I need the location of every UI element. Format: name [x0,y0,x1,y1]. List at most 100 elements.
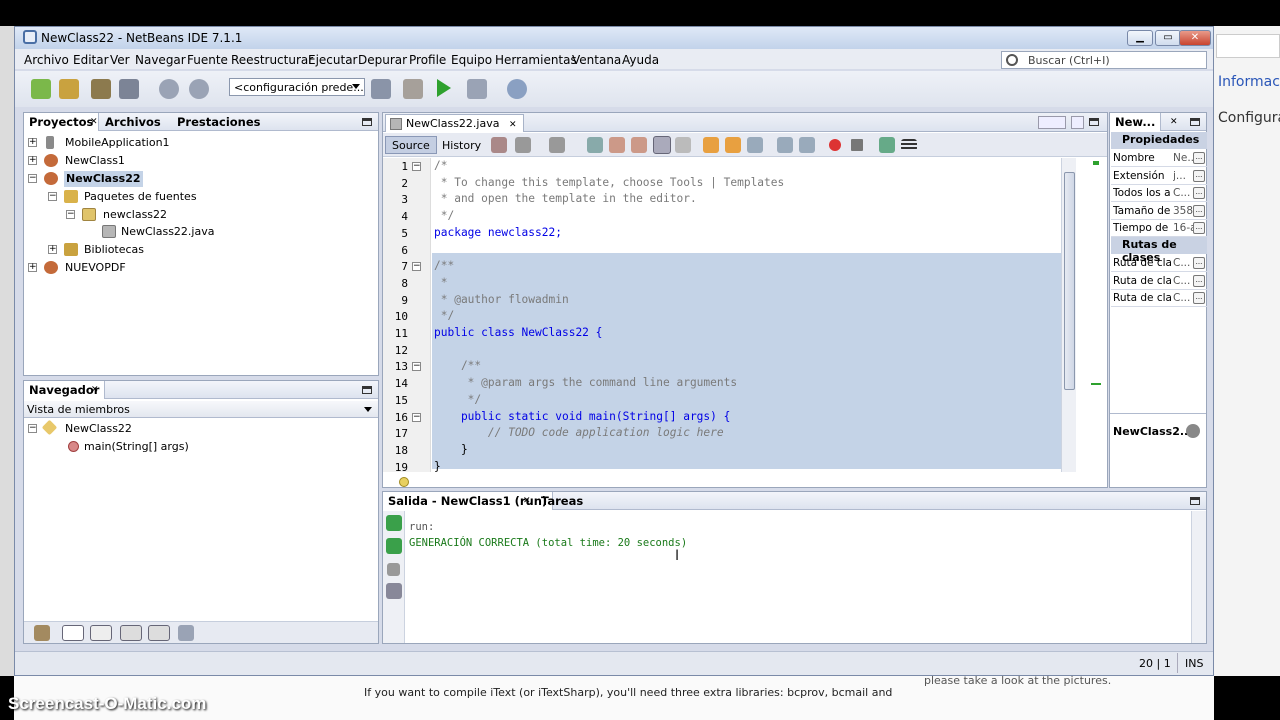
menu-ver[interactable]: Ver [110,53,130,67]
shift-left-icon[interactable] [777,137,793,153]
tab-prestaciones[interactable]: Prestaciones [172,113,266,131]
ellipsis-button[interactable]: ... [1193,204,1205,217]
code-line[interactable]: * To change this template, choose Tools … [434,175,785,192]
member-view-select[interactable]: Vista de miembros [24,401,378,418]
code-line[interactable]: * @param args the command line arguments [434,375,737,392]
expand-icon[interactable]: + [28,156,37,165]
find-icon[interactable] [587,137,603,153]
editor-scrollbar[interactable] [1061,158,1076,472]
history-button[interactable]: History [435,136,488,154]
classpath-section[interactable]: Rutas de clases [1111,237,1207,264]
rerun-different-icon[interactable] [386,538,402,554]
filter-icon[interactable] [34,625,50,641]
collapse-icon[interactable]: − [28,174,37,183]
fold-toggle-icon[interactable]: − [412,162,421,171]
uncomment-icon[interactable] [901,139,917,151]
tab-archivos[interactable]: Archivos [100,113,166,131]
toggle-rect-selection-icon[interactable] [675,137,691,153]
properties-section[interactable]: Propiedades [1111,132,1207,149]
profile-icon[interactable] [507,79,527,99]
code-line[interactable]: // TODO code application logic here [434,425,724,442]
new-file-icon[interactable] [31,79,51,99]
property-row[interactable]: Tiempo de M16-a...... [1111,220,1207,238]
configuration-select[interactable]: <configuración prede... [229,78,365,96]
tab-list-icon[interactable] [1071,116,1084,129]
background-link[interactable]: Informació [1218,74,1280,90]
lightbulb-hint-icon[interactable] [399,477,409,488]
ellipsis-button[interactable]: ... [1193,152,1205,164]
code-line[interactable]: } [434,459,441,472]
close-icon[interactable]: ✕ [91,385,99,395]
minimize-panel-icon[interactable] [1190,497,1200,505]
maximize-button[interactable]: ▭ [1155,30,1181,46]
expand-icon[interactable]: + [28,138,37,147]
expand-icon[interactable]: + [48,245,57,254]
code-line[interactable]: public static void main(String[] args) { [434,409,730,426]
menu-depurar[interactable]: Depurar [358,53,407,67]
ellipsis-button[interactable]: ... [1193,222,1205,235]
clean-build-icon[interactable] [403,79,423,99]
scroll-tabs-icon[interactable] [1038,116,1066,129]
close-icon[interactable]: ✕ [509,120,517,130]
code-line[interactable]: /** [434,258,454,275]
shift-right-icon[interactable] [799,137,815,153]
property-row[interactable]: Extensión j...... [1111,168,1207,185]
start-macro-icon[interactable] [829,139,841,151]
menu-herramientas[interactable]: Herramientas [495,53,577,67]
property-row[interactable]: Ruta de clas C...... [1111,290,1207,308]
ellipsis-button[interactable]: ... [1193,257,1205,269]
redo-icon[interactable] [189,79,209,99]
run-icon[interactable] [437,79,451,97]
close-icon[interactable]: ✕ [90,117,98,127]
menu-equipo[interactable]: Equipo [451,53,492,67]
open-project-icon[interactable] [91,79,111,99]
settings-icon[interactable] [386,583,402,599]
maximize-editor-icon[interactable] [1089,118,1099,126]
close-button[interactable]: ✕ [1179,30,1211,46]
save-all-icon[interactable] [119,79,139,99]
stop-icon[interactable] [387,563,400,576]
code-area[interactable]: /* * To change this template, choose Too… [432,158,1076,472]
back-icon[interactable] [515,137,531,153]
collapse-icon[interactable]: − [66,210,75,219]
tab-proyectos[interactable]: Proyectos [24,113,100,131]
code-line[interactable]: * @author flowadmin [434,292,569,309]
build-hammer-icon[interactable] [371,79,391,99]
tab-newclass22-java[interactable]: NewClass22.java ✕ [385,114,524,132]
menu-editar[interactable]: Editar [73,53,109,67]
ellipsis-button[interactable]: ... [1193,187,1205,200]
menu-reestructurar[interactable]: Reestructurar [231,53,313,67]
ellipsis-button[interactable]: ... [1193,292,1205,305]
comment-icon[interactable] [879,137,895,153]
expand-icon[interactable]: + [28,263,37,272]
search-input[interactable]: Buscar (Ctrl+I) [1001,51,1207,69]
menu-ayuda[interactable]: Ayuda [622,53,659,67]
forward-icon[interactable] [549,137,565,153]
rerun-icon[interactable] [386,515,402,531]
minimize-panel-icon[interactable] [362,386,372,394]
code-line[interactable]: /** [434,358,481,375]
code-line[interactable]: */ [434,392,481,409]
find-previous-icon[interactable] [609,137,625,153]
toggle-highlight-icon[interactable] [653,136,671,154]
ellipsis-button[interactable]: ... [1193,274,1205,287]
next-bookmark-icon[interactable] [725,137,741,153]
fold-toggle-icon[interactable]: − [412,362,421,372]
tab-tareas[interactable]: Tareas [536,492,588,510]
prev-bookmark-icon[interactable] [703,137,719,153]
output-scrollbar[interactable] [1191,511,1206,643]
non-public-icon[interactable] [120,625,142,641]
collapse-icon[interactable]: − [48,192,57,201]
ellipsis-button[interactable]: ... [1193,169,1205,182]
code-line[interactable]: */ [434,208,454,225]
code-line[interactable]: * and open the template in the editor. [434,191,697,208]
scrollbar-thumb[interactable] [1064,172,1075,390]
property-row[interactable]: Ruta de clas C...... [1111,273,1207,290]
new-project-icon[interactable] [59,79,79,99]
code-line[interactable]: /* [434,158,447,175]
menu-ejecutar[interactable]: Ejecutar [308,53,358,67]
tab-properties[interactable]: New... [1110,113,1162,131]
fold-toggle-icon[interactable]: − [412,262,421,272]
static-icon[interactable] [90,625,112,641]
menu-archivo[interactable]: Archivo [24,53,69,67]
